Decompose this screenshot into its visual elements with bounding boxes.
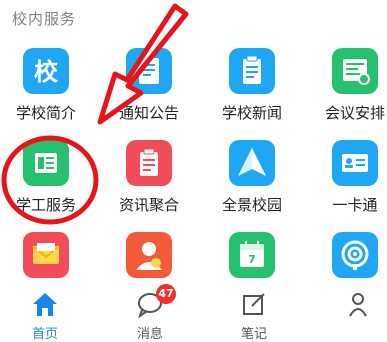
info-aggregate-icon xyxy=(126,140,172,186)
calendar-icon: 7 xyxy=(229,232,275,278)
section-title: 校内服务 xyxy=(12,10,77,28)
party-building-icon xyxy=(126,232,172,278)
tile-notice[interactable]: 通知公告 xyxy=(103,48,195,128)
tile-label: 通知公告 xyxy=(118,104,179,122)
student-affairs-icon xyxy=(23,140,69,186)
tile-school-intro[interactable]: 校 学校简介 xyxy=(0,48,92,128)
tile-panorama[interactable]: 全景校园 xyxy=(206,140,298,220)
tile-label: 学校新闻 xyxy=(221,104,282,122)
nav-item-messages[interactable]: 47 消息 xyxy=(110,284,190,342)
svg-text:7: 7 xyxy=(248,253,256,266)
tile-student-affairs[interactable]: 学工服务 xyxy=(0,140,92,220)
notice-document-icon xyxy=(126,48,172,94)
nav-label: 首页 xyxy=(31,327,58,342)
tile-school-news[interactable]: 学校新闻 xyxy=(206,48,298,128)
tile-label: 会议安排 xyxy=(324,104,385,122)
nav-item-profile[interactable] xyxy=(318,286,387,341)
podcast-icon xyxy=(332,232,378,278)
panorama-campus-icon xyxy=(229,140,275,186)
bottom-nav: 首页 47 消息 笔记 xyxy=(0,284,387,342)
tile-meeting[interactable]: 会议安排 xyxy=(309,48,387,128)
campus-card-icon xyxy=(332,140,378,186)
svg-text:校: 校 xyxy=(34,58,59,86)
profile-icon xyxy=(344,290,372,318)
tile-info-aggregate[interactable]: 资讯聚合 xyxy=(103,140,195,220)
nav-item-notes[interactable]: 笔记 xyxy=(214,286,294,342)
home-icon xyxy=(31,290,59,318)
message-count-badge: 47 xyxy=(156,284,176,304)
tile-label: 全景校园 xyxy=(221,196,282,214)
meeting-schedule-icon xyxy=(332,48,378,94)
nav-label: 消息 xyxy=(136,327,163,342)
nav-item-home[interactable]: 首页 xyxy=(5,286,85,342)
tile-campus-card[interactable]: 一卡通 xyxy=(309,140,387,220)
news-clipboard-icon xyxy=(229,48,275,94)
tile-label: 学工服务 xyxy=(15,196,76,214)
note-icon xyxy=(240,290,268,318)
school-emblem-icon: 校 xyxy=(23,48,69,94)
tile-label: 学校简介 xyxy=(15,104,76,122)
tile-label: 资讯聚合 xyxy=(118,196,179,214)
nav-label: 笔记 xyxy=(240,327,267,342)
mail-icon xyxy=(23,232,69,278)
tile-label: 一卡通 xyxy=(332,196,378,214)
